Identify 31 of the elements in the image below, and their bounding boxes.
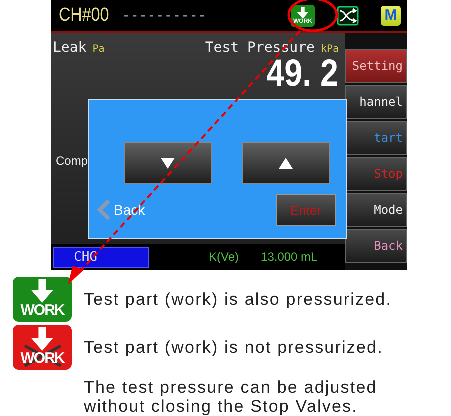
side-menu-button[interactable]: Setting [345,49,407,83]
down-arrow-icon [31,327,54,351]
side-menu-button[interactable]: tart [345,121,407,155]
side-menu-button[interactable]: Back [345,229,407,263]
down-triangle-icon [161,158,175,168]
side-menu-button[interactable]: Stop [345,157,407,191]
comp-label: Comp [56,154,88,168]
down-arrow-icon [297,6,309,18]
pressure-label: Test Pressure [205,40,315,56]
volume-value: 13.000 mL [261,250,318,264]
leak-label: Leak [53,40,87,56]
pressure-value: 49. 2 [267,56,339,92]
chevron-left-icon [97,200,111,220]
status-indicator: CHG [53,246,149,268]
side-menu-button[interactable]: hannel [345,85,407,119]
increase-button[interactable] [242,142,330,184]
legend-text: Test part (work) is not pressurized. [84,338,384,358]
mode-icon[interactable]: M [381,6,401,26]
back-button[interactable]: Back [97,200,146,220]
decrease-button[interactable] [124,142,212,184]
work-pressurized-icon: WORK [13,277,72,322]
pressure-unit: kPa [320,44,339,55]
side-menu-button[interactable]: Mode [345,193,407,227]
program-name: ---------- [122,8,208,24]
down-arrow-icon [31,279,54,303]
legend-text: Test part (work) is also pressurized. [84,290,392,310]
leak-unit: Pa [92,44,105,55]
up-triangle-icon [279,158,293,168]
channel-label: CH#00 [59,4,110,26]
k-label: K(Ve) [209,250,240,264]
note-text: The test pressure can be adjusted without closing the Stop Valves. [84,378,378,416]
